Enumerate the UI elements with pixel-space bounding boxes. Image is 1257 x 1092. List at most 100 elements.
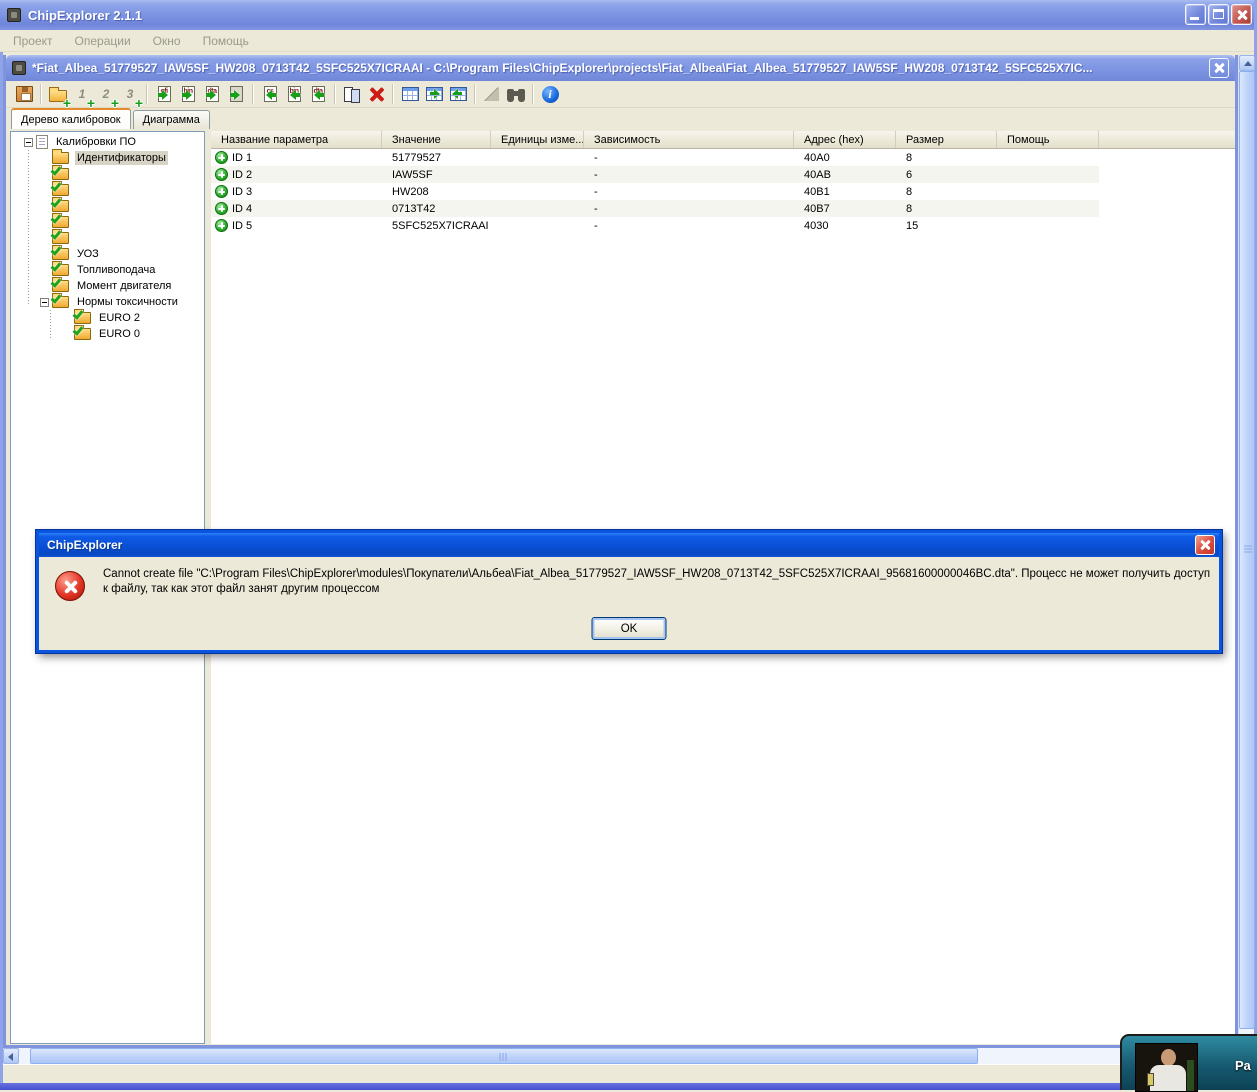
tree: Калибровки ПО Идентификаторы [11,132,204,342]
search-button[interactable] [504,82,528,106]
open-buffer-1-button[interactable]: 1+ [70,82,94,106]
document-close-button[interactable] [1209,58,1229,78]
delete-x-icon [368,86,384,102]
import-arrow-icon [285,90,300,100]
chipexplorer-app: ChipExplorer 2.1.1 Проект Операции Окно … [0,0,1257,1090]
save-button[interactable] [12,82,36,106]
minimize-button[interactable] [1185,4,1206,25]
save-icon [16,86,33,102]
scroll-up-button[interactable] [1239,55,1255,71]
table-export-button[interactable] [422,82,446,106]
menu-project[interactable]: Проект [13,34,53,48]
tree-root[interactable]: Калибровки ПО [11,134,204,150]
column-header-size[interactable]: Размер [896,131,997,148]
export-arrow-icon [182,90,197,100]
tree-item[interactable] [11,182,204,198]
import-arrow-icon [309,90,324,100]
delete-button[interactable] [364,82,388,106]
compare-button[interactable] [340,82,364,106]
photo-bottle [1187,1060,1194,1092]
status-bar [3,1064,1254,1083]
info-button[interactable]: i [538,82,562,106]
plus-circle-icon [215,185,228,198]
import-dta-button[interactable]: dta [306,82,330,106]
table-icon [426,87,443,101]
table-row-id2[interactable]: ID 2 IAW5SF - 40AB 6 [211,166,1099,183]
column-header-help[interactable]: Помощь [997,131,1099,148]
menu-window[interactable]: Окно [153,34,181,48]
open-buffer-2-button[interactable]: 2+ [94,82,118,106]
export-bin-button[interactable]: bin [176,82,200,106]
plus-circle-icon [215,219,228,232]
dialog-titlebar[interactable]: ChipExplorer [39,533,1219,557]
import-cs-button[interactable]: cs [258,82,282,106]
export-file-button[interactable] [224,82,248,106]
tab-diagram[interactable]: Диаграмма [133,110,210,129]
ramp-button[interactable] [480,82,504,106]
folder-checked-icon [52,248,69,260]
column-header-value[interactable]: Значение [382,131,491,148]
toolbar-separator [252,84,254,104]
column-header-name[interactable]: Название параметра [211,131,382,148]
folder-checked-icon [74,328,91,340]
export-dta-button[interactable]: dta [200,82,224,106]
table-row-id3[interactable]: ID 3 HW208 - 40B1 8 [211,183,1099,200]
tab-calibration-tree[interactable]: Дерево калибровок [11,108,131,129]
menu-help[interactable]: Помощь [203,34,249,48]
scroll-left-button[interactable] [3,1048,19,1064]
menu-operations[interactable]: Операции [75,34,131,48]
close-button[interactable] [1231,4,1252,25]
folder-checked-icon [52,184,69,196]
tree-item[interactable] [11,230,204,246]
horizontal-scroll-thumb[interactable] [30,1048,978,1064]
dialog-body: Cannot create file "C:\Program Files\Chi… [39,557,1219,650]
tree-item[interactable] [11,198,204,214]
column-header-units[interactable]: Единицы изме... [491,131,584,148]
folder-checked-icon [52,168,69,180]
tree-item[interactable] [11,166,204,182]
table-row-id5[interactable]: ID 5 5SFC525X7ICRAAI - 4030 15 [211,217,1099,234]
open-buffer-3-button[interactable]: 3+ [118,82,142,106]
dta-file-icon: dta [312,86,325,102]
table-row-id1[interactable]: ID 1 51779527 - 40A0 8 [211,149,1099,166]
tree-item-toxicity[interactable]: Нормы токсичности [11,294,204,310]
column-header-address[interactable]: Адрес (hex) [794,131,896,148]
dialog-close-button[interactable] [1195,535,1215,555]
folder-checked-icon [52,232,69,244]
table-header: Название параметра Значение Единицы изме… [211,131,1235,149]
column-header-dependency[interactable]: Зависимость [584,131,794,148]
bin-file-icon: bin [288,86,301,102]
collapse-icon[interactable] [24,138,33,147]
notification-popup[interactable]: Ра [1120,1034,1257,1090]
import-bin-button[interactable]: bin [282,82,306,106]
tree-item-euro0[interactable]: EURO 0 [11,326,204,342]
vertical-scrollbar[interactable] [1238,55,1254,1048]
open-project-button[interactable]: + [46,82,70,106]
tree-item-torque[interactable]: Момент двигателя [11,278,204,294]
tree-item[interactable] [11,214,204,230]
table-import-button[interactable] [446,82,470,106]
document-titlebar[interactable]: *Fiat_Albea_51779527_IAW5SF_HW208_0713T4… [6,55,1235,81]
folder-checked-icon [52,296,69,308]
tree-item-identifiers[interactable]: Идентификаторы [11,150,204,166]
toolbar-separator [334,84,336,104]
tree-item-uoz[interactable]: УОЗ [11,246,204,262]
compare-icon [344,87,360,101]
maximize-button[interactable] [1208,4,1229,25]
tree-item-euro2[interactable]: EURO 2 [11,310,204,326]
main-window-title: ChipExplorer 2.1.1 [28,8,142,23]
contact-photo [1135,1043,1198,1092]
tree-item-fuel[interactable]: Топливоподача [11,262,204,278]
dialog-title: ChipExplorer [47,538,122,552]
table-view-button[interactable] [398,82,422,106]
horizontal-scrollbar[interactable] [3,1048,1254,1064]
vertical-scroll-thumb[interactable] [1239,71,1255,1029]
export-ofi-button[interactable]: ofi [152,82,176,106]
dta-file-icon: dta [206,86,219,102]
cs-file-icon: cs [264,86,277,102]
import-arrow-icon [261,90,276,100]
main-titlebar[interactable]: ChipExplorer 2.1.1 [0,0,1257,30]
table-row-id4[interactable]: ID 4 0713T42 - 40B7 8 [211,200,1099,217]
collapse-icon[interactable] [40,298,49,307]
ok-button[interactable]: OK [592,617,667,640]
